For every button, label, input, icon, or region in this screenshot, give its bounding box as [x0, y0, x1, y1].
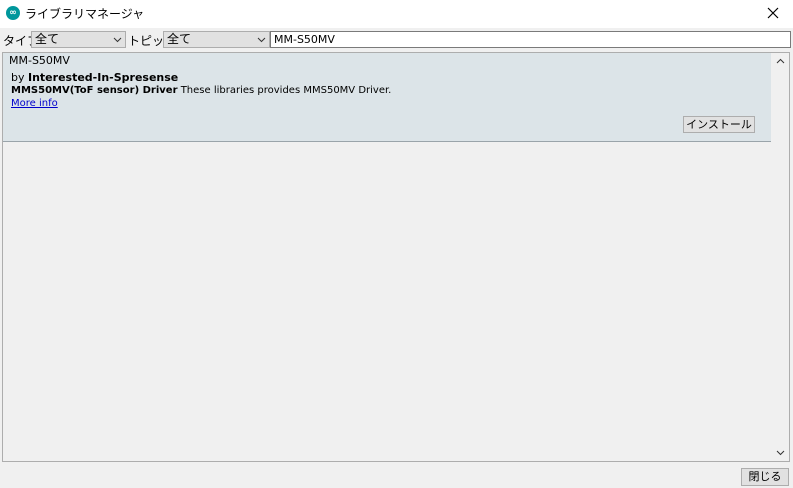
chevron-down-icon: [257, 37, 266, 43]
scroll-up-button[interactable]: [772, 53, 789, 70]
scroll-down-button[interactable]: [772, 444, 789, 461]
type-select-value: 全て: [35, 32, 60, 46]
library-by-prefix: by: [11, 71, 28, 84]
window-title: ライブラリマネージャ: [25, 7, 145, 21]
type-select[interactable]: 全て: [31, 31, 126, 48]
close-button[interactable]: 閉じる: [741, 468, 789, 486]
library-list: MM-S50MV by Interested-In-Spresense MMS5…: [2, 52, 790, 462]
title-bar: ∞ ライブラリマネージャ: [0, 0, 793, 28]
filter-bar: タイプ 全て トピック 全て MM-S50MV: [0, 30, 793, 50]
library-paragraph: These libraries provides MMS50MV Driver.: [177, 85, 392, 96]
library-name: MM-S50MV: [9, 54, 70, 67]
close-icon: [767, 7, 779, 19]
arduino-icon: ∞: [6, 6, 20, 20]
install-button[interactable]: インストール: [683, 116, 755, 133]
library-description: MMS50MV(ToF sensor) Driver These librari…: [11, 85, 391, 96]
library-author-line: by Interested-In-Spresense: [11, 71, 178, 84]
library-author: Interested-In-Spresense: [28, 71, 179, 84]
chevron-down-icon: [776, 450, 785, 456]
chevron-down-icon: [113, 37, 122, 43]
vertical-scrollbar[interactable]: [772, 53, 789, 461]
search-input[interactable]: MM-S50MV: [270, 31, 791, 48]
topic-select[interactable]: 全て: [163, 31, 270, 48]
chevron-up-icon: [776, 58, 785, 64]
library-sentence: MMS50MV(ToF sensor) Driver: [11, 85, 178, 96]
more-info-link[interactable]: More info: [11, 98, 58, 109]
window-close-button[interactable]: [753, 0, 793, 26]
library-item[interactable]: MM-S50MV by Interested-In-Spresense MMS5…: [3, 53, 771, 142]
topic-select-value: 全て: [167, 32, 192, 46]
